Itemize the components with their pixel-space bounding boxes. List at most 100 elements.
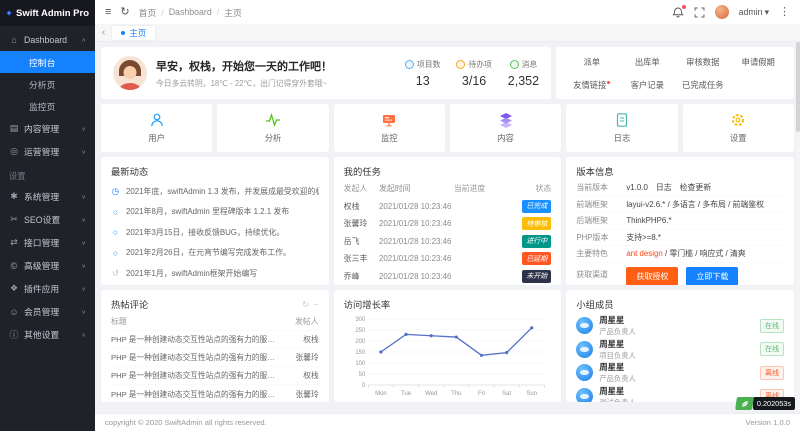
shortcut-monitor[interactable]: 监控 — [334, 104, 445, 152]
scrollbar-thumb[interactable] — [796, 42, 800, 132]
red-dot-badge — [607, 81, 610, 84]
online-status-badge: 在线 — [760, 319, 784, 333]
notifications-bell-icon[interactable] — [672, 6, 684, 19]
operation-icon: ◎ — [9, 146, 19, 157]
col-header: 发起时间 — [379, 183, 454, 194]
version-row: 主要特色 ant design / 零门槛 / 响应式 / 清爽 — [576, 246, 784, 263]
download-button[interactable]: 立即下载 — [686, 267, 738, 286]
comment-title: PHP 是一种创建动态交互性站点的强有力的服务器端脚本语言 — [111, 370, 287, 381]
page-load-time: 0.202053s — [753, 397, 795, 410]
version-row: 获取渠道 获取授权 立即下载 — [576, 263, 784, 286]
shortcut-settings[interactable]: 设置 — [683, 104, 794, 152]
quick-link-leave[interactable]: 申请假期 — [731, 56, 786, 68]
other-settings-icon: ⓘ — [9, 328, 19, 341]
news-text: 2021年底，swiftAdmin 1.3 发布，并发展成最受欢迎的极速开发框架… — [126, 186, 319, 197]
sidebar-subitem-analysis[interactable]: 分析页 — [0, 73, 95, 95]
news-text: 2021年8月，swiftAdmin 里程碑版本 1.2.1 发布 — [126, 206, 289, 217]
more-options-icon[interactable]: ⋮ — [779, 7, 790, 18]
quick-link-friend-links[interactable]: 友情链接 — [564, 79, 619, 91]
tab-scroll-left-icon[interactable]: ‹ — [102, 27, 105, 38]
sidebar-item-member[interactable]: ☺ 会员管理 ∨ — [0, 300, 95, 323]
content: 早安，权栈，开始您一天的工作吧！ 今日多云转阴，18℃ - 22℃，出门记得穿外… — [95, 42, 800, 413]
greeting-subtitle: 今日多云转阴，18℃ - 22℃，出门记得穿外套哦~ — [156, 78, 332, 89]
sidebar-item-api[interactable]: ⇄ 接口管理 ∨ — [0, 231, 95, 254]
quick-link-outbound[interactable]: 出库单 — [620, 56, 675, 68]
version-value: v1.0.0 — [626, 183, 648, 192]
tab-label: 主页 — [129, 27, 146, 39]
performance-widget: 0.202053s — [736, 397, 795, 410]
visit-growth-panel: 访问增长率 050100150200250300MonTueWedThuFriS… — [334, 290, 562, 402]
chevron-down-icon: ∨ — [81, 125, 86, 131]
quick-link-completed-tasks[interactable]: 已完成任务 — [675, 79, 730, 91]
topbar-right: admin ▾ ⋮ — [672, 5, 790, 19]
comment-title: PHP 是一种创建动态交互性站点的强有力的服务器端脚本语言 — [111, 334, 287, 345]
comments-header-row: 标题 发帖人 — [111, 313, 319, 331]
svg-text:Tue: Tue — [401, 391, 412, 397]
user-avatar[interactable] — [715, 5, 729, 19]
shortcut-analysis[interactable]: 分析 — [217, 104, 328, 152]
collapse-sidebar-icon[interactable]: ≡ — [105, 7, 111, 18]
user-menu[interactable]: admin ▾ — [739, 7, 769, 18]
layers-icon — [498, 112, 514, 128]
status-badge: 已完成 — [522, 200, 551, 213]
sidebar-item-system[interactable]: ✱ 系统管理 ∨ — [0, 185, 95, 208]
breadcrumb-home[interactable]: 首页 — [139, 6, 169, 19]
panel-title: 访问增长率 — [344, 297, 391, 311]
shortcut-users[interactable]: 用户 — [101, 104, 212, 152]
sidebar-item-operation[interactable]: ◎ 运营管理 ∨ — [0, 140, 95, 163]
sidebar-subitem-monitor[interactable]: 监控页 — [0, 95, 95, 117]
clock-icon: ◷ — [111, 186, 120, 197]
shortcut-content[interactable]: 内容 — [450, 104, 561, 152]
version-row: 当前版本 v1.0.0 日志 检查更新 — [576, 180, 784, 197]
sidebar-item-dashboard[interactable]: ⌂ Dashboard ∧ — [0, 28, 95, 51]
version-label: 当前版本 — [576, 182, 626, 193]
quick-link-audit[interactable]: 审核数据 — [675, 56, 730, 68]
task-initiator: 岳飞 — [344, 236, 379, 247]
sidebar-item-label: 插件应用 — [24, 282, 59, 295]
task-time: 2021/01/28 10:23:46 — [379, 254, 454, 263]
version-value: / 零门槛 / 响应式 / 清爽 — [663, 249, 746, 258]
sidebar-item-advanced[interactable]: © 高级管理 ∨ — [0, 254, 95, 277]
comment-title: PHP 是一种创建动态交互性站点的强有力的服务器端脚本语言 — [111, 389, 287, 400]
sidebar-item-content[interactable]: ▤ 内容管理 ∨ — [0, 117, 95, 140]
get-license-button[interactable]: 获取授权 — [626, 267, 678, 286]
topbar: ≡ ↻ 首页 Dashboard 主页 admin ▾ ⋮ — [95, 0, 800, 24]
shortcut-label: 设置 — [730, 132, 747, 144]
shortcut-label: 用户 — [148, 132, 165, 144]
subitem-label: 监控页 — [29, 100, 55, 113]
task-time: 2021/01/28 10:23:46 — [379, 272, 454, 281]
version-value: 支持>=8.* — [626, 232, 661, 243]
todo-icon — [456, 60, 465, 69]
quick-link-customer-records[interactable]: 客户记录 — [620, 79, 675, 91]
subitem-label: 分析页 — [29, 78, 55, 91]
refresh-icon[interactable]: ↻ — [120, 7, 129, 18]
sidebar-item-other[interactable]: ⓘ 其他设置 ∨ — [0, 323, 95, 346]
fullscreen-icon[interactable] — [694, 7, 705, 18]
check-update-link[interactable]: 检查更新 — [680, 182, 712, 193]
scrollbar[interactable] — [796, 42, 800, 412]
tab-home[interactable]: 主页 — [112, 26, 155, 40]
version-label: 前端框架 — [576, 199, 626, 210]
changelog-link[interactable]: 日志 — [656, 182, 672, 193]
shortcut-label: 日志 — [614, 132, 631, 144]
panel-title: 最新动态 — [111, 164, 148, 178]
sidebar-subitem-console[interactable]: 控制台 — [0, 51, 95, 73]
quick-link-dispatch[interactable]: 派单 — [564, 56, 619, 68]
breadcrumb-dashboard[interactable]: Dashboard — [169, 7, 225, 17]
stats: 项目数 13 待办项 3/16 消息 2,352 — [405, 59, 539, 88]
growth-chart: 050100150200250300MonTueWedThuFriSatSun — [344, 311, 552, 402]
svg-text:150: 150 — [355, 350, 366, 356]
panel-minimize-icon[interactable]: − — [314, 300, 319, 309]
status-badge: 已延期 — [522, 252, 551, 265]
shortcut-logs[interactable]: 日志 — [566, 104, 677, 152]
logo-diamond-icon — [6, 6, 12, 20]
sidebar-item-plugin[interactable]: ❖ 插件应用 ∨ — [0, 277, 95, 300]
svg-text:100: 100 — [355, 361, 366, 367]
version-value: layui-v2.6.* / 多语言 / 多布局 / 前端鉴权 — [626, 199, 764, 210]
app-logo[interactable]: Swift Admin Pro — [0, 0, 95, 26]
member-name: 周星星 — [599, 385, 635, 397]
svg-text:Sat: Sat — [502, 391, 511, 397]
panel-refresh-icon[interactable]: ↻ — [302, 300, 309, 309]
sidebar-item-seo[interactable]: ✂ SEO设置 ∨ — [0, 208, 95, 231]
col-header: 发帖人 — [287, 316, 319, 327]
